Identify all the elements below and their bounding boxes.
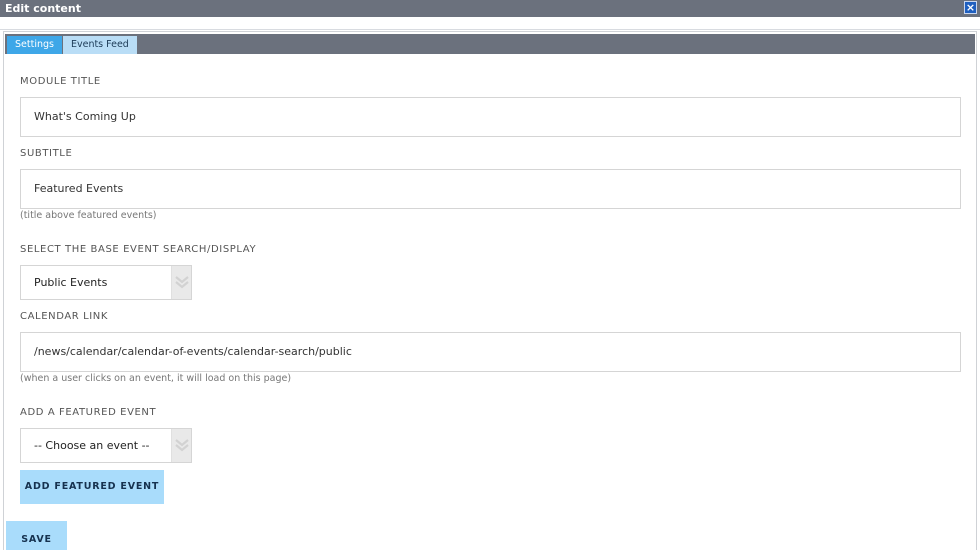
subtitle-label: SUBTITLE	[20, 148, 73, 159]
module-title-label: MODULE TITLE	[20, 76, 101, 87]
subtitle-hint: (title above featured events)	[20, 210, 157, 221]
save-button[interactable]: SAVE	[6, 521, 67, 550]
close-icon[interactable]: ×	[964, 1, 977, 14]
base-search-value: Public Events	[34, 276, 108, 289]
window-title: Edit content	[5, 2, 81, 15]
base-search-label: SELECT THE BASE EVENT SEARCH/DISPLAY	[20, 244, 257, 255]
calendar-link-hint: (when a user clicks on an event, it will…	[20, 373, 292, 384]
calendar-link-label: CALENDAR LINK	[20, 311, 109, 322]
featured-event-value: -- Choose an event --	[34, 439, 150, 452]
featured-event-select[interactable]: -- Choose an event --	[20, 428, 192, 463]
tab-events-feed[interactable]: Events Feed	[62, 36, 137, 54]
toolbar-strip	[0, 17, 980, 30]
base-search-select[interactable]: Public Events	[20, 265, 192, 300]
subtitle-input[interactable]: Featured Events	[20, 169, 961, 209]
tab-bar: Settings Events Feed	[5, 34, 975, 54]
tab-settings[interactable]: Settings	[7, 36, 62, 54]
module-title-input[interactable]: What's Coming Up	[20, 97, 961, 137]
chevron-down-icon	[171, 429, 191, 462]
window-titlebar: Edit content ×	[0, 0, 980, 17]
add-featured-event-button[interactable]: ADD FEATURED EVENT	[20, 470, 164, 504]
calendar-link-input[interactable]: /news/calendar/calendar-of-events/calend…	[20, 332, 961, 372]
featured-event-label: ADD A FEATURED EVENT	[20, 407, 157, 418]
chevron-down-icon	[171, 266, 191, 299]
